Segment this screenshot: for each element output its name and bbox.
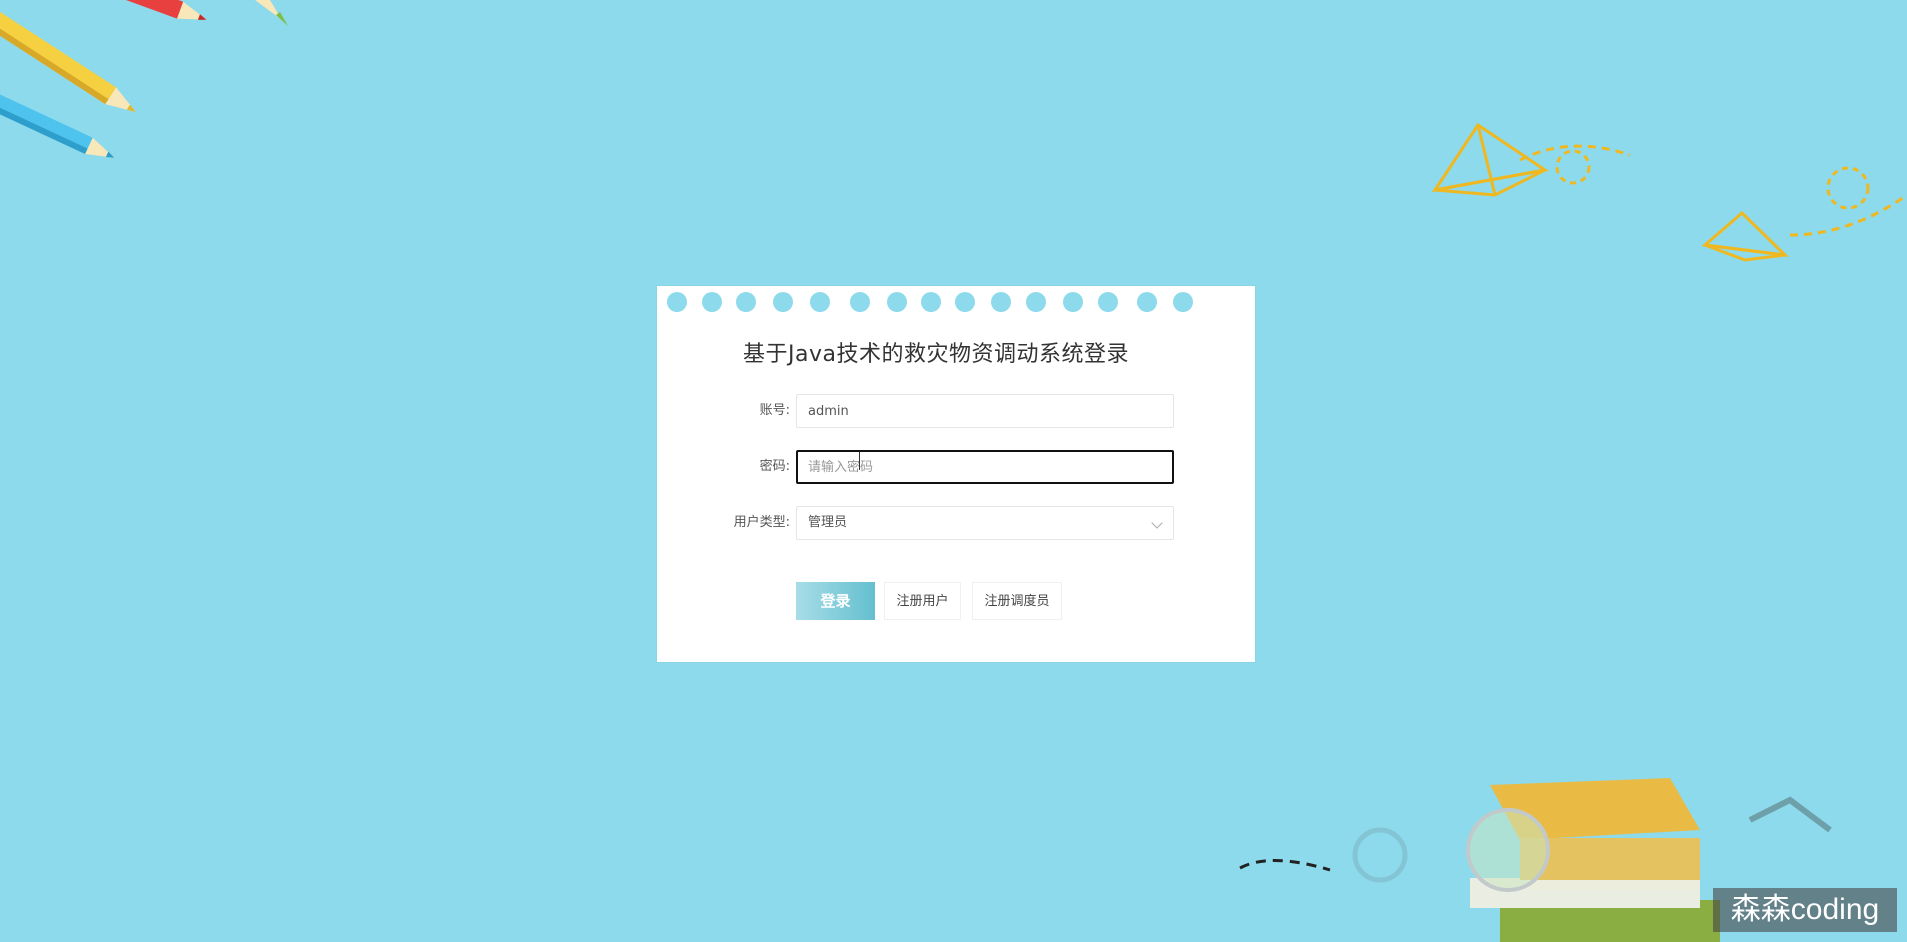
register-dispatcher-button[interactable]: 注册调度员 — [972, 582, 1062, 620]
hole — [887, 292, 907, 312]
hole — [1173, 292, 1193, 312]
role-label: 用户类型: — [733, 515, 790, 530]
password-row: 密码: — [657, 448, 1255, 486]
hole — [1026, 292, 1046, 312]
role-select[interactable]: 管理员 — [796, 506, 1174, 540]
role-select-value: 管理员 — [808, 515, 848, 530]
account-label: 账号: — [759, 403, 790, 418]
hole — [736, 292, 756, 312]
hole — [991, 292, 1011, 312]
hole — [702, 292, 722, 312]
login-button[interactable]: 登录 — [796, 582, 875, 620]
notebook-holes — [657, 292, 1255, 316]
page-title: 基于Java技术的救灾物资调动系统登录 — [743, 342, 1129, 367]
pencils-decoration — [0, 0, 288, 158]
login-card: 基于Java技术的救灾物资调动系统登录 账号: 密码: 用户类型: 管理员 登录… — [657, 286, 1255, 662]
hole — [850, 292, 870, 312]
watermark: 森森coding — [1713, 888, 1897, 932]
hole — [1098, 292, 1118, 312]
hole — [667, 292, 687, 312]
password-input[interactable] — [796, 450, 1174, 484]
hole — [773, 292, 793, 312]
text-cursor-icon — [859, 452, 868, 470]
password-label: 密码: — [759, 459, 790, 474]
register-user-button[interactable]: 注册用户 — [884, 582, 961, 620]
hole — [1137, 292, 1157, 312]
account-input[interactable] — [796, 394, 1174, 428]
chevron-down-icon — [1151, 517, 1163, 529]
role-row: 用户类型: 管理员 — [657, 504, 1255, 542]
hole — [921, 292, 941, 312]
paper-planes-decoration — [1431, 122, 1907, 262]
account-row: 账号: — [657, 392, 1255, 430]
hole — [955, 292, 975, 312]
hole — [810, 292, 830, 312]
hole — [1063, 292, 1083, 312]
